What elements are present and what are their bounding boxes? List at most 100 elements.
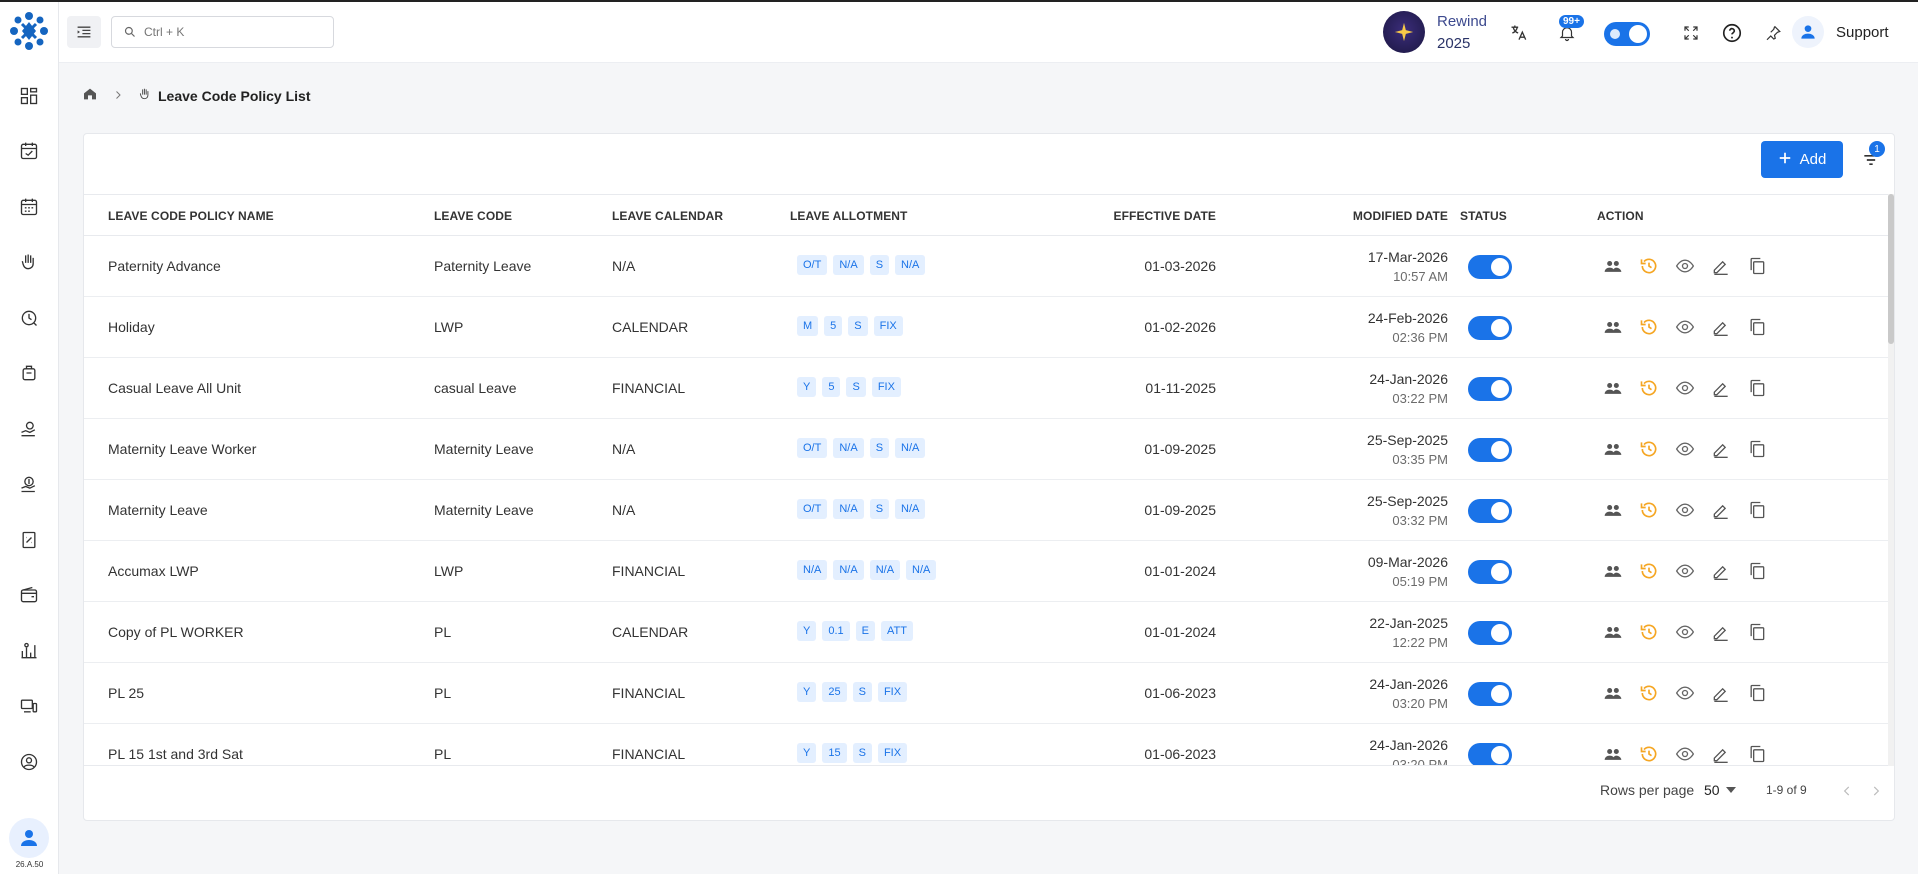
fullscreen-icon[interactable] [1679,21,1703,45]
status-toggle[interactable] [1468,682,1512,706]
col-modified-header[interactable]: MODIFIED DATE [1353,209,1448,223]
edit-icon[interactable] [1710,255,1732,277]
leave-icon[interactable] [17,250,41,274]
loan-icon[interactable] [17,417,41,441]
copy-icon[interactable] [1746,682,1768,704]
history-icon[interactable] [1638,560,1660,582]
edit-icon[interactable] [1710,743,1732,765]
user-avatar[interactable] [1792,16,1824,48]
history-icon[interactable] [1638,499,1660,521]
task-edit-icon[interactable] [17,139,41,163]
copy-icon[interactable] [1746,316,1768,338]
assign-users-icon[interactable] [1602,682,1624,704]
tax-icon[interactable] [17,528,41,552]
copy-icon[interactable] [1746,499,1768,521]
status-toggle[interactable] [1468,560,1512,584]
status-toggle[interactable] [1468,743,1512,765]
assign-users-icon[interactable] [1602,743,1624,765]
table-scrollbar-thumb[interactable] [1888,194,1894,344]
dashboard-icon[interactable] [17,84,41,108]
history-icon[interactable] [1638,377,1660,399]
table-row[interactable]: Casual Leave All Unit casual Leave FINANCI… [84,358,1894,419]
col-allotment-header[interactable]: LEAVE ALLOTMENT [790,209,908,223]
edit-icon[interactable] [1710,499,1732,521]
col-status-header[interactable]: STATUS [1460,209,1507,223]
app-logo-icon[interactable] [8,10,50,52]
table-row[interactable]: Maternity Leave Worker Maternity Leave N/A… [84,419,1894,480]
calendar-icon[interactable] [17,195,41,219]
theme-toggle[interactable] [1604,22,1650,46]
table-row[interactable]: Paternity Advance Paternity Leave N/A O/T N/… [84,236,1894,297]
status-toggle[interactable] [1468,377,1512,401]
col-calendar-header[interactable]: LEAVE CALENDAR [612,209,723,223]
home-icon[interactable] [82,86,98,105]
history-icon[interactable] [1638,438,1660,460]
rows-per-page-select[interactable]: 50 [1704,782,1736,798]
history-icon[interactable] [1638,316,1660,338]
copy-icon[interactable] [1746,743,1768,765]
rewind-link[interactable]: Rewind 2025 [1437,11,1487,55]
col-effective-header[interactable]: EFFECTIVE DATE [1113,209,1216,223]
status-toggle[interactable] [1468,438,1512,462]
history-icon[interactable] [1638,255,1660,277]
view-icon[interactable] [1674,316,1696,338]
add-button[interactable]: Add [1761,141,1843,178]
user-name[interactable]: Support [1836,24,1889,41]
reports-icon[interactable] [17,639,41,663]
col-name-header[interactable]: LEAVE CODE POLICY NAME [108,209,274,223]
table-row[interactable]: Accumax LWP LWP FINANCIAL N/A N/A N/A N/A 01-01… [84,541,1894,602]
status-toggle[interactable] [1468,316,1512,340]
history-icon[interactable] [1638,743,1660,765]
edit-icon[interactable] [1710,316,1732,338]
status-toggle[interactable] [1468,255,1512,279]
assign-users-icon[interactable] [1602,255,1624,277]
wallet-icon[interactable] [17,583,41,607]
table-row[interactable]: PL 25 PL FINANCIAL Y 25 S FIX 01-06-2023 24-Jan-… [84,663,1894,724]
view-icon[interactable] [1674,621,1696,643]
menu-toggle-button[interactable] [67,16,101,48]
view-icon[interactable] [1674,377,1696,399]
next-page-button[interactable] [1866,781,1886,801]
devices-icon[interactable] [17,694,41,718]
view-icon[interactable] [1674,499,1696,521]
status-toggle[interactable] [1468,499,1512,523]
view-icon[interactable] [1674,255,1696,277]
attendance-clock-icon[interactable] [17,306,41,330]
copy-icon[interactable] [1746,560,1768,582]
rewind-badge-icon[interactable] [1383,11,1425,53]
edit-icon[interactable] [1710,621,1732,643]
view-icon[interactable] [1674,743,1696,765]
table-row[interactable]: Copy of PL WORKER PL CALENDAR Y 0.1 E ATT 01-01… [84,602,1894,663]
search-input[interactable] [144,25,314,39]
edit-icon[interactable] [1710,438,1732,460]
sidebar-avatar[interactable] [9,818,49,858]
view-icon[interactable] [1674,682,1696,704]
assign-users-icon[interactable] [1602,438,1624,460]
copy-icon[interactable] [1746,377,1768,399]
copy-icon[interactable] [1746,255,1768,277]
assign-users-icon[interactable] [1602,621,1624,643]
table-row[interactable]: Maternity Leave Maternity Leave N/A O/T N/A S… [84,480,1894,541]
view-icon[interactable] [1674,560,1696,582]
copy-icon[interactable] [1746,621,1768,643]
briefcase-icon[interactable] [17,361,41,385]
assign-users-icon[interactable] [1602,499,1624,521]
history-icon[interactable] [1638,621,1660,643]
table-row[interactable]: Holiday LWP CALENDAR M 5 S FIX 01-02-2026 24-Feb… [84,297,1894,358]
pin-icon[interactable] [1761,21,1785,45]
search-box[interactable] [111,16,334,48]
translate-icon[interactable] [1507,21,1531,45]
edit-icon[interactable] [1710,560,1732,582]
assign-users-icon[interactable] [1602,316,1624,338]
table-row[interactable]: PL 15 1st and 3rd Sat PL FINANCIAL Y 15 S FIX 0… [84,724,1894,765]
copy-icon[interactable] [1746,438,1768,460]
edit-icon[interactable] [1710,377,1732,399]
status-toggle[interactable] [1468,621,1512,645]
edit-icon[interactable] [1710,682,1732,704]
assign-users-icon[interactable] [1602,377,1624,399]
assign-users-icon[interactable] [1602,560,1624,582]
col-code-header[interactable]: LEAVE CODE [434,209,512,223]
payroll-icon[interactable] [17,472,41,496]
help-icon[interactable] [1720,21,1744,45]
prev-page-button[interactable] [1837,781,1857,801]
